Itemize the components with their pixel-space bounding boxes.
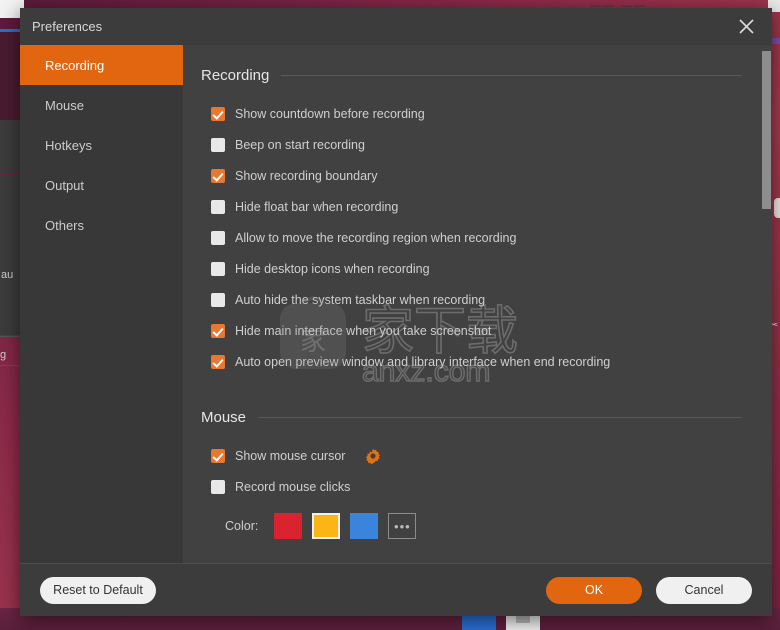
bg-purple-marker: [772, 38, 780, 44]
sidebar-item-label: Others: [45, 217, 85, 233]
checkbox-icon[interactable]: [211, 261, 225, 276]
option-auto-open-preview[interactable]: Auto open preview window and library int…: [211, 346, 742, 377]
dialog-body: Recording Mouse Hotkeys Output Others Re…: [20, 45, 772, 563]
option-record-mouse-clicks[interactable]: Record mouse clicks: [211, 471, 742, 502]
preferences-sidebar: Recording Mouse Hotkeys Output Others: [20, 45, 183, 563]
sidebar-item-others[interactable]: Others: [20, 205, 183, 245]
option-show-mouse-cursor[interactable]: Show mouse cursor: [211, 440, 742, 471]
option-label: Auto hide the system taskbar when record…: [235, 292, 486, 307]
option-allow-move-region[interactable]: Allow to move the recording region when …: [211, 222, 742, 253]
option-label: Beep on start recording: [235, 137, 365, 152]
sidebar-item-mouse[interactable]: Mouse: [20, 85, 183, 125]
checkbox-icon[interactable]: [211, 230, 225, 245]
cancel-button[interactable]: Cancel: [656, 576, 752, 604]
gear-icon[interactable]: [365, 448, 381, 464]
footer-actions: OK Cancel: [546, 576, 752, 604]
sidebar-item-output[interactable]: Output: [20, 165, 183, 205]
sidebar-item-label: Hotkeys: [45, 137, 92, 153]
recording-options-list: Show countdown before recording Beep on …: [201, 98, 742, 377]
bg-right-notch: [774, 198, 780, 218]
bg-dark-block: [0, 32, 22, 120]
sidebar-item-label: Output: [45, 177, 85, 193]
color-swatch-blue[interactable]: [350, 513, 379, 539]
option-label: Show countdown before recording: [235, 106, 425, 121]
option-label: Show recording boundary: [235, 168, 378, 183]
close-icon[interactable]: [724, 10, 768, 43]
bg-divider-lower: [0, 365, 22, 366]
sidebar-item-label: Mouse: [45, 97, 85, 113]
section-header-recording: Recording: [201, 67, 742, 84]
option-hide-main-interface[interactable]: Hide main interface when you take screen…: [211, 315, 742, 346]
color-label: Color:: [225, 519, 259, 533]
dialog-titlebar: Preferences: [20, 8, 772, 45]
option-label: Show mouse cursor: [235, 448, 346, 463]
sidebar-item-recording[interactable]: Recording: [20, 45, 183, 85]
ok-button[interactable]: OK: [546, 576, 642, 604]
dialog-footer: Reset to Default OK Cancel: [20, 563, 772, 616]
mouse-color-row: Color: •••: [201, 506, 742, 546]
section-title: Mouse: [201, 409, 247, 426]
option-label: Hide main interface when you take screen…: [235, 323, 492, 338]
option-label: Hide desktop icons when recording: [235, 261, 430, 276]
option-show-countdown[interactable]: Show countdown before recording: [211, 98, 742, 129]
section-header-mouse: Mouse: [201, 409, 742, 426]
preferences-dialog: Preferences Recording Mouse Hotkeys Outp…: [20, 8, 772, 616]
option-label: Hide float bar when recording: [235, 199, 399, 214]
option-auto-hide-taskbar[interactable]: Auto hide the system taskbar when record…: [211, 284, 742, 315]
color-swatch-yellow[interactable]: [312, 513, 341, 539]
section-rule: [258, 417, 742, 418]
checkbox-icon[interactable]: [211, 448, 225, 463]
option-hide-desktop-icons[interactable]: Hide desktop icons when recording: [211, 253, 742, 284]
sidebar-item-label: Recording: [45, 57, 105, 73]
option-show-recording-boundary[interactable]: Show recording boundary: [211, 160, 742, 191]
checkbox-icon[interactable]: [211, 168, 225, 183]
checkbox-icon[interactable]: [211, 199, 225, 214]
checkbox-icon[interactable]: [211, 106, 225, 121]
option-beep-on-start[interactable]: Beep on start recording: [211, 129, 742, 160]
bg-divider-upper: [0, 336, 22, 337]
option-label: Allow to move the recording region when …: [235, 230, 517, 245]
reset-to-default-button[interactable]: Reset to Default: [40, 576, 156, 604]
option-label: Record mouse clicks: [235, 479, 351, 494]
section-title: Recording: [201, 67, 270, 84]
checkbox-icon[interactable]: [211, 354, 225, 369]
mouse-options-list: Show mouse cursor Record mouse clicks: [201, 440, 742, 502]
content-scrollbar-thumb[interactable]: [762, 51, 771, 209]
checkbox-icon[interactable]: [211, 137, 225, 152]
checkbox-icon[interactable]: [211, 479, 225, 494]
option-hide-float-bar[interactable]: Hide float bar when recording: [211, 191, 742, 222]
color-swatch-red[interactable]: [274, 513, 303, 539]
content-scrollbar-track[interactable]: [761, 45, 772, 563]
preferences-content: Recording Show countdown before recordin…: [183, 45, 772, 563]
bg-panel-upper: [0, 120, 22, 173]
dialog-title: Preferences: [32, 19, 103, 34]
checkbox-icon[interactable]: [211, 292, 225, 307]
section-rule: [281, 75, 742, 76]
color-more-button[interactable]: •••: [388, 513, 417, 539]
checkbox-icon[interactable]: [211, 323, 225, 338]
bg-text-g: g: [0, 349, 7, 361]
option-label: Auto open preview window and library int…: [235, 354, 611, 369]
sidebar-item-hotkeys[interactable]: Hotkeys: [20, 125, 183, 165]
